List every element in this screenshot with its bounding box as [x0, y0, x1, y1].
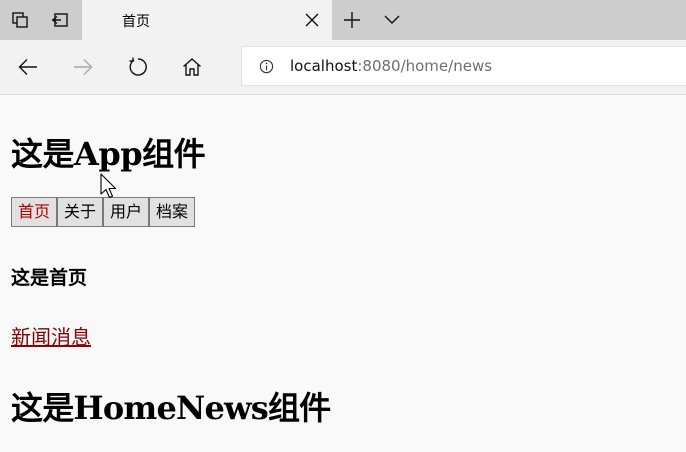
tab-title: 首页 [122, 14, 150, 30]
home-icon-svg [183, 58, 201, 76]
url-host: localhost [290, 57, 358, 75]
refresh-icon[interactable] [118, 47, 158, 87]
tab-manager-icon[interactable] [0, 0, 40, 40]
user-button[interactable]: 用户 [103, 197, 150, 227]
chevron-down-icon[interactable] [372, 0, 412, 40]
new-tab-icon[interactable] [332, 0, 372, 40]
router-button-row: 首页 关于 用户 档案 [11, 197, 196, 229]
set-tabs-aside-icon[interactable] [40, 0, 80, 40]
mouse-cursor-icon [100, 173, 117, 199]
address-bar[interactable]: localhost:8080/home/news [241, 46, 686, 86]
forward-icon-svg [74, 59, 93, 75]
news-link[interactable]: 新闻消息 [11, 321, 91, 350]
navigation-bar: localhost:8080/home/news [0, 40, 686, 95]
home-button[interactable]: 首页 [11, 197, 58, 227]
url-text[interactable]: localhost:8080/home/news [290, 57, 492, 75]
close-icon-svg [305, 13, 319, 27]
home-news-title: 这是HomeNews组件 [11, 389, 331, 427]
tab-manager-icon-svg [12, 12, 28, 28]
home-heading: 这是首页 [11, 267, 88, 289]
profile-button[interactable]: 档案 [149, 197, 196, 227]
close-icon[interactable] [302, 10, 322, 30]
about-button[interactable]: 关于 [57, 197, 104, 227]
info-icon[interactable] [259, 59, 274, 74]
set-tabs-aside-icon-svg [51, 13, 68, 27]
url-path: :8080/home/news [357, 57, 493, 75]
refresh-icon-svg [129, 57, 147, 76]
browser-tab-active[interactable]: 首页 [82, 0, 332, 40]
page-content: 这是App组件 首页 关于 用户 档案 这是首页 新闻消息 这是HomeNews… [0, 95, 686, 452]
app-title: 这是App组件 [11, 135, 206, 173]
tab-bar: 首页 [0, 0, 686, 40]
home-icon[interactable] [172, 47, 212, 87]
back-icon[interactable] [8, 47, 48, 87]
chevron-down-icon-svg [384, 15, 400, 24]
back-icon-svg [18, 59, 37, 75]
forward-icon[interactable] [63, 47, 103, 87]
new-tab-icon-svg [344, 12, 360, 28]
